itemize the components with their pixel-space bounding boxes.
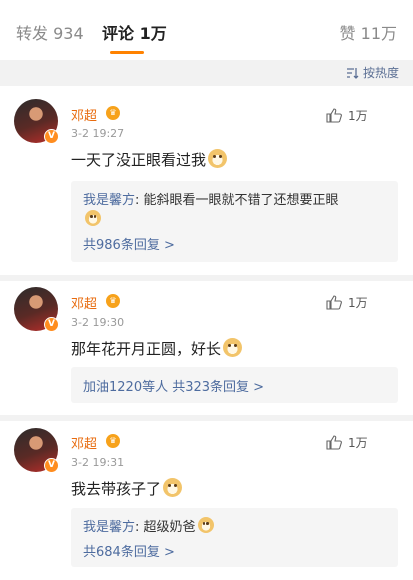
- fan-badge-icon: ♛: [106, 434, 120, 448]
- reply-count-link[interactable]: 共323条回复 >: [172, 380, 264, 395]
- reply-text: : 超级奶爸: [135, 520, 196, 535]
- reply-preview: 我是馨方: 能斜眼看一眼就不错了还想要正眼: [83, 189, 339, 208]
- comment-author[interactable]: 邓超: [71, 293, 97, 312]
- reply-preview: 我是馨方: 超级奶爸: [83, 516, 214, 535]
- reply-participants[interactable]: 加油1220等人: [83, 380, 168, 395]
- like-button[interactable]: 1万: [326, 107, 368, 124]
- comment-text-line: 我去带孩子了: [71, 478, 183, 499]
- verified-badge-icon: V: [44, 129, 59, 144]
- thumbs-up-icon: [326, 295, 342, 310]
- like-button[interactable]: 1万: [326, 294, 368, 311]
- comment-text-line: 那年花开月正圆，好长: [71, 338, 243, 359]
- reply-count-link[interactable]: 共684条回复 >: [83, 541, 175, 560]
- comment-author[interactable]: 邓超: [71, 433, 97, 452]
- doge-emoji-icon: [85, 210, 101, 226]
- like-count: 1万: [348, 436, 368, 450]
- sort-label: 按热度: [362, 66, 399, 80]
- like-count: 1万: [348, 296, 368, 310]
- doge-emoji-icon: [163, 478, 183, 497]
- comment-time: 3-2 19:30: [71, 316, 125, 329]
- sort-bar: 按热度: [0, 60, 413, 86]
- active-tab-indicator: [110, 51, 144, 54]
- like-button[interactable]: 1万: [326, 434, 368, 451]
- fan-badge-icon: ♛: [106, 294, 120, 308]
- comment-time: 3-2 19:31: [71, 456, 125, 469]
- comment-card: V 邓超 ♛ 3-2 19:27 1万 一天了没正眼看过我 我是馨方: 能斜眼看…: [0, 86, 413, 275]
- like-count: 1万: [348, 109, 368, 123]
- sort-icon: [346, 67, 359, 79]
- doge-emoji-icon: [197, 517, 214, 533]
- reply-box[interactable]: 我是馨方: 超级奶爸 共684条回复 >: [71, 508, 398, 567]
- comment-text: 我去带孩子了: [71, 480, 162, 498]
- doge-emoji-icon: [208, 149, 228, 168]
- verified-badge-icon: V: [44, 317, 59, 332]
- doge-emoji-icon: [223, 338, 243, 357]
- comment-text-line: 一天了没正眼看过我: [71, 149, 228, 170]
- comment-author[interactable]: 邓超: [71, 105, 97, 124]
- comment-time: 3-2 19:27: [71, 127, 125, 140]
- reply-text: : 能斜眼看一眼就不错了还想要正眼: [135, 193, 339, 208]
- reply-count-link[interactable]: 共986条回复 >: [83, 234, 175, 253]
- reply-emoji-line: [83, 210, 101, 228]
- reply-author[interactable]: 我是馨方: [83, 520, 135, 535]
- reply-box[interactable]: 我是馨方: 能斜眼看一眼就不错了还想要正眼 共986条回复 >: [71, 181, 398, 262]
- reply-box[interactable]: 加油1220等人 共323条回复 >: [71, 367, 398, 403]
- thumbs-up-icon: [326, 435, 342, 450]
- comment-text: 那年花开月正圆，好长: [71, 340, 222, 358]
- sort-button[interactable]: 按热度: [346, 64, 399, 81]
- tab-comments[interactable]: 评论 1万: [102, 20, 167, 44]
- comment-card: V 邓超 ♛ 3-2 19:31 1万 我去带孩子了 我是馨方: 超级奶爸 共6…: [0, 421, 413, 580]
- reply-author[interactable]: 我是馨方: [83, 193, 135, 208]
- comment-card: V 邓超 ♛ 3-2 19:30 1万 那年花开月正圆，好长 加油1220等人 …: [0, 281, 413, 415]
- tab-repost[interactable]: 转发 934: [16, 20, 84, 44]
- verified-badge-icon: V: [44, 458, 59, 473]
- reply-summary: 加油1220等人 共323条回复 >: [83, 376, 264, 395]
- comment-tabs: 转发 934 评论 1万 赞 11万: [0, 0, 413, 60]
- comment-text: 一天了没正眼看过我: [71, 151, 207, 169]
- thumbs-up-icon: [326, 108, 342, 123]
- tab-likes[interactable]: 赞 11万: [340, 20, 397, 44]
- fan-badge-icon: ♛: [106, 106, 120, 120]
